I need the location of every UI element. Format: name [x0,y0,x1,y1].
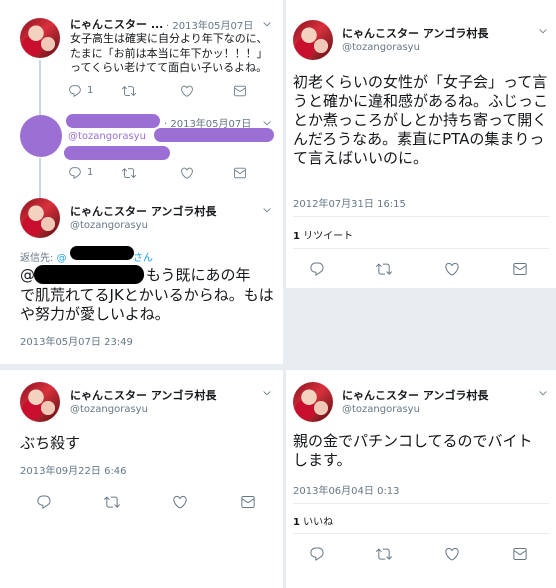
envelope-icon[interactable] [240,494,256,510]
tweet-timestamp[interactable]: 2013年06月04日 0:13 [293,482,400,497]
handle[interactable]: @tozangorasyu [68,131,146,142]
tweet-text: 親の金でパチンコしてるのでバイトします。 [293,432,533,469]
tweet-text-prefix: @ [20,266,35,284]
chevron-down-icon[interactable] [262,118,272,128]
thread-connector [39,158,41,198]
heart-icon[interactable] [172,494,188,510]
heart-icon[interactable] [180,84,194,98]
tweet-timestamp[interactable]: 2013年05月07日 23:49 [20,333,133,348]
avatar[interactable] [20,382,60,422]
chevron-down-icon[interactable] [538,26,548,36]
tweet-timestamp[interactable]: 2013年09月22日 6:46 [20,462,127,477]
display-name[interactable]: にゃんこスター アンゴラ村長 [342,25,488,41]
heart-icon[interactable] [444,546,460,562]
envelope-icon[interactable] [512,546,528,562]
envelope-icon[interactable] [233,84,247,98]
reply-to-label: 返信先: [20,253,57,264]
reply-count: 1 [87,85,94,96]
tweet-panel: にゃんこスター アンゴラ村長 @tozangorasyu 親の金でパチンコしてる… [286,370,556,588]
handle[interactable]: @tozangorasyu [70,404,148,415]
retweet-icon[interactable] [122,84,136,98]
avatar[interactable] [20,18,60,58]
retweet-icon[interactable] [104,494,120,510]
avatar[interactable] [293,382,333,422]
tweet-panel: にゃんこスター アンゴラ村長 @tozangorasyu 初老くらいの女性が「女… [286,0,556,288]
chevron-down-icon[interactable] [262,19,272,29]
handle[interactable]: @tozangorasyu [342,404,420,415]
divider [293,503,549,504]
reply-icon[interactable] [36,494,52,510]
tweet-panel: にゃんこスター アンゴラ村長 @tozangorasyu ぶち殺す 2013年0… [0,370,283,588]
tweet-timestamp[interactable]: 2012年07月31日 16:15 [293,195,406,210]
divider [293,216,549,217]
tweet-date[interactable]: · 2013年05月07日 [166,17,253,32]
avatar[interactable] [20,115,62,157]
screenshot-collage: にゃんこスター ... · 2013年05月07日 女子高生は確実に自分より年下… [0,0,556,588]
redacted-text [64,146,170,160]
display-name[interactable]: にゃんこスター アンゴラ村長 [70,203,216,219]
like-stat[interactable]: 1 いいね [293,513,333,528]
chevron-down-icon[interactable] [262,388,272,398]
retweet-icon[interactable] [122,166,136,180]
redacted-text [154,128,274,142]
tweet-text: もう既にあの年 [146,266,251,284]
retweet-stat[interactable]: 1 リツイート [293,227,353,242]
redacted-handle [70,246,134,260]
handle[interactable]: @tozangorasyu [342,42,420,53]
tweet-text: ぶち殺す [20,434,81,452]
redacted-name [66,114,160,128]
redacted-mention [34,265,144,284]
envelope-icon[interactable] [233,166,247,180]
reply-icon[interactable] [68,84,82,98]
reply-icon[interactable] [309,546,325,562]
avatar[interactable] [293,20,333,60]
reply-count: 1 [87,167,94,178]
handle[interactable]: @tozangorasyu [70,220,148,231]
tweet-text: 女子高生は確実に自分より年下なのに、たまに「お前は本当に年下かッ！！！」ってくら… [70,32,268,74]
retweet-icon[interactable] [376,261,392,277]
chevron-down-icon[interactable] [538,388,548,398]
display-name[interactable]: にゃんこスター ... [70,16,163,32]
heart-icon[interactable] [180,166,194,180]
heart-icon[interactable] [444,261,460,277]
divider [293,248,549,249]
tweet-text: 初老くらいの女性が「女子会」って言うと確かに違和感があるね。ふじっことか煮っころ… [293,73,549,167]
tweet-text: で肌荒れてるJKとかいるからね。もはや努力が愛しいよね。 [20,286,274,323]
divider [293,533,549,534]
chevron-down-icon[interactable] [262,205,272,215]
reply-icon[interactable] [68,166,82,180]
avatar[interactable] [20,198,60,238]
reply-to-handle[interactable]: @ [57,253,67,264]
thread-panel: にゃんこスター ... · 2013年05月07日 女子高生は確実に自分より年下… [0,0,283,364]
display-name[interactable]: にゃんこスター アンゴラ村長 [342,387,488,403]
thread-connector [39,60,41,115]
reply-icon[interactable] [309,261,325,277]
reply-to-line: 返信先: @ [20,249,67,264]
display-name[interactable]: にゃんこスター アンゴラ村長 [70,387,216,403]
reply-to-suffix: さん [133,253,153,264]
retweet-icon[interactable] [376,546,392,562]
envelope-icon[interactable] [512,261,528,277]
